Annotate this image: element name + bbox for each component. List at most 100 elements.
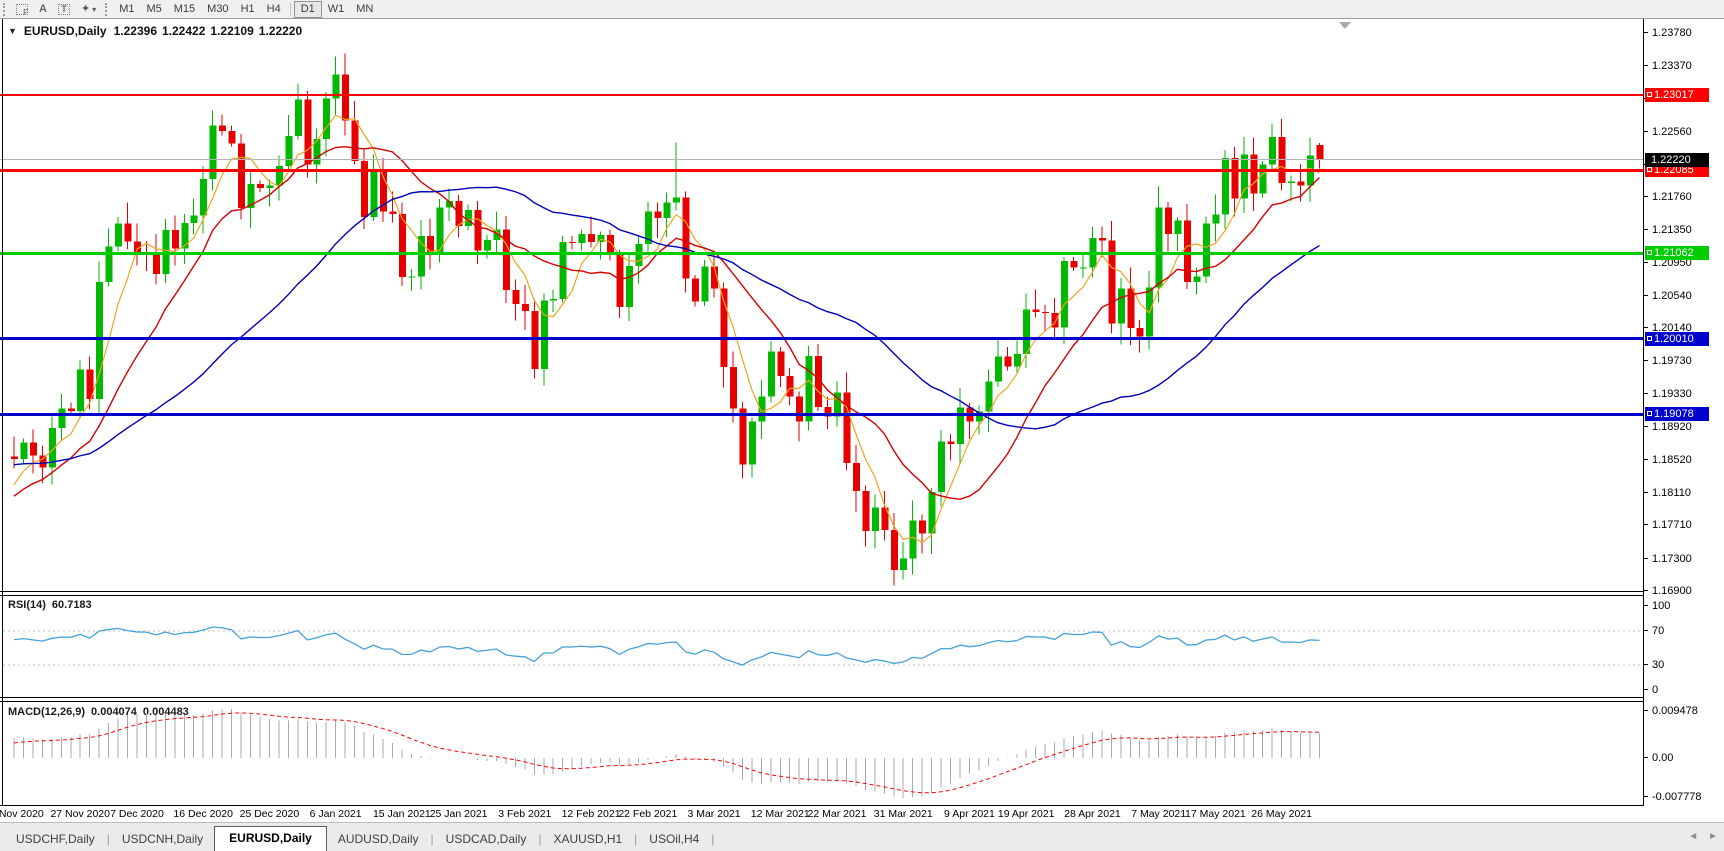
price-tick-label: 1.18110 [1652,486,1691,499]
price-tick-label: 1.20540 [1652,289,1692,302]
tick-mark [1644,360,1648,362]
timeframe-bar: M1 M5 M15 M30 H1 H4 D1 W1 MN [113,0,379,18]
date-label: 22 Mar 2021 [807,808,867,820]
terminal-window: F A T ✦ ▾ M1 M5 M15 M30 H1 H4 D1 W1 MN ▼ EURUSD,D… [0,0,1724,851]
chart-tab-usdcad[interactable]: USDCAD,Daily [435,829,538,851]
price-level-badge: 1.19078 [1645,407,1709,422]
timeframe-button-m30[interactable]: M30 [201,1,234,18]
date-label: 3 Mar 2021 [687,808,741,820]
price-level-badge: 1.20010 [1645,331,1709,346]
tick-mark [1644,795,1648,797]
tick-mark [1644,630,1648,632]
tick-mark [1644,491,1648,493]
price-axis[interactable]: 1.237801.233701.229701.225601.221501.217… [1643,19,1724,806]
tick-mark [1644,663,1648,665]
shapes-dropdown-icon[interactable]: ✦ ▾ [75,1,102,18]
tab-separator: | [711,832,715,846]
date-label: 6 Jan 2021 [309,808,362,820]
chart-tab-usdcnh[interactable]: USDCNH,Daily [111,829,214,851]
tick-mark [1644,589,1648,591]
price-tick-label: 1.22560 [1652,125,1692,138]
date-label: 26 May 2021 [1251,808,1312,820]
price-tick-label: 1.21760 [1652,190,1692,203]
tick-mark [1644,327,1648,329]
chart-tab-bar: USDCHF,Daily | USDCNH,Daily EURUSD,Daily AUD… [0,822,1724,851]
tick-mark [1644,557,1648,559]
tick-mark [1644,195,1648,197]
text-label-icon[interactable]: A [33,1,53,18]
rsi-line [13,626,1320,666]
timeframe-button-m1[interactable]: M1 [113,1,140,18]
price-level-badge: 1.23017 [1645,87,1709,102]
chart-canvas[interactable] [0,19,1643,806]
tick-mark [1644,757,1648,758]
toolbar-drag-handle[interactable] [3,2,6,16]
tick-mark [1644,261,1648,263]
current-price-badge: 1.22220 [1645,152,1709,167]
timeframe-button-h1[interactable]: H1 [235,1,261,18]
text-box-icon[interactable]: T [53,1,75,18]
macd-signal-line [13,712,1320,794]
timeframe-button-h4[interactable]: H4 [261,1,287,18]
rsi-tick-label: 0 [1652,684,1659,696]
price-tick-label: 1.16900 [1652,584,1692,597]
price-tick-label: 1.17710 [1652,519,1692,532]
tab-scroll-right-icon[interactable]: ► [1708,831,1718,842]
fibonacci-icon[interactable]: F [11,1,33,18]
chart-tab-usdchf[interactable]: USDCHF,Daily [5,829,106,851]
date-label: 3 Feb 2021 [498,808,552,820]
tick-mark [1644,294,1648,296]
timeframe-button-m15[interactable]: M15 [168,1,201,18]
tick-mark [1644,65,1648,67]
toolbar-divider [289,2,291,16]
macd-tick-label: -0.007778 [1652,790,1702,803]
tick-mark [1644,709,1648,711]
date-label: 25 Jan 2021 [429,808,488,820]
price-tick-label: 1.23370 [1652,60,1692,73]
date-label: 17 May 2021 [1185,808,1246,820]
timeframe-button-w1[interactable]: W1 [322,1,351,18]
macd-tick-label: 0.00 [1652,752,1674,764]
date-label: 7 Dec 2020 [110,808,164,820]
chart-plot-area[interactable]: ▼ EURUSD,Daily 1.22396 1.22422 1.22109 1… [0,19,1643,806]
macd-tick-label: 0.009478 [1652,704,1698,717]
toolbar: F A T ✦ ▾ M1 M5 M15 M30 H1 H4 D1 W1 MN [0,0,1724,19]
price-tick-label: 1.19730 [1652,355,1692,368]
price-tick-label: 1.21350 [1652,224,1692,237]
date-label: 16 Dec 2020 [173,808,233,820]
date-label: 19 Apr 2021 [997,808,1055,820]
price-tick-label: 1.19330 [1652,387,1692,400]
chart-tab-xauusd[interactable]: XAUUSD,H1 [542,829,633,851]
date-label: 25 Dec 2020 [239,808,300,820]
price-level-badge: 1.21062 [1645,246,1709,261]
price-tick-label: 1.18920 [1652,421,1692,434]
tick-mark [1644,229,1648,231]
tick-mark [1644,32,1648,33]
timeframe-button-mn[interactable]: MN [350,1,379,18]
chart-tab-usoil[interactable]: USOil,H4 [638,829,710,851]
tick-mark [1644,426,1648,428]
chart-tab-eurusd[interactable]: EURUSD,Daily [214,826,327,851]
timeframe-button-d1[interactable]: D1 [293,0,322,18]
price-tick-label: 1.17300 [1652,552,1692,565]
date-label: 28 Apr 2021 [1064,808,1121,820]
chart-tab-audusd[interactable]: AUDUSD,Daily [327,829,430,851]
rsi-tick-label: 70 [1652,625,1665,638]
tick-mark [1644,689,1648,690]
timeframe-button-m5[interactable]: M5 [140,1,167,18]
tick-mark [1644,524,1648,526]
rsi-tick-label: 100 [1652,600,1671,612]
tick-mark [1644,605,1648,606]
tick-mark [1644,458,1648,460]
chart-shift-marker [1339,22,1351,29]
tab-scroll-left-icon[interactable]: ◄ [1688,831,1698,842]
ma-5-line [13,114,1320,544]
tick-mark [1644,130,1648,132]
rsi-tick-label: 30 [1652,658,1665,671]
tick-mark [1644,392,1648,394]
price-tick-label: 1.18520 [1652,453,1692,466]
price-tick-label: 1.23780 [1652,27,1692,39]
toolbar-drag-handle-2[interactable] [105,2,108,16]
date-label: 31 Mar 2021 [873,808,933,820]
time-axis[interactable]: 18 Nov 202027 Nov 20207 Dec 202016 Dec 2… [0,806,1643,822]
